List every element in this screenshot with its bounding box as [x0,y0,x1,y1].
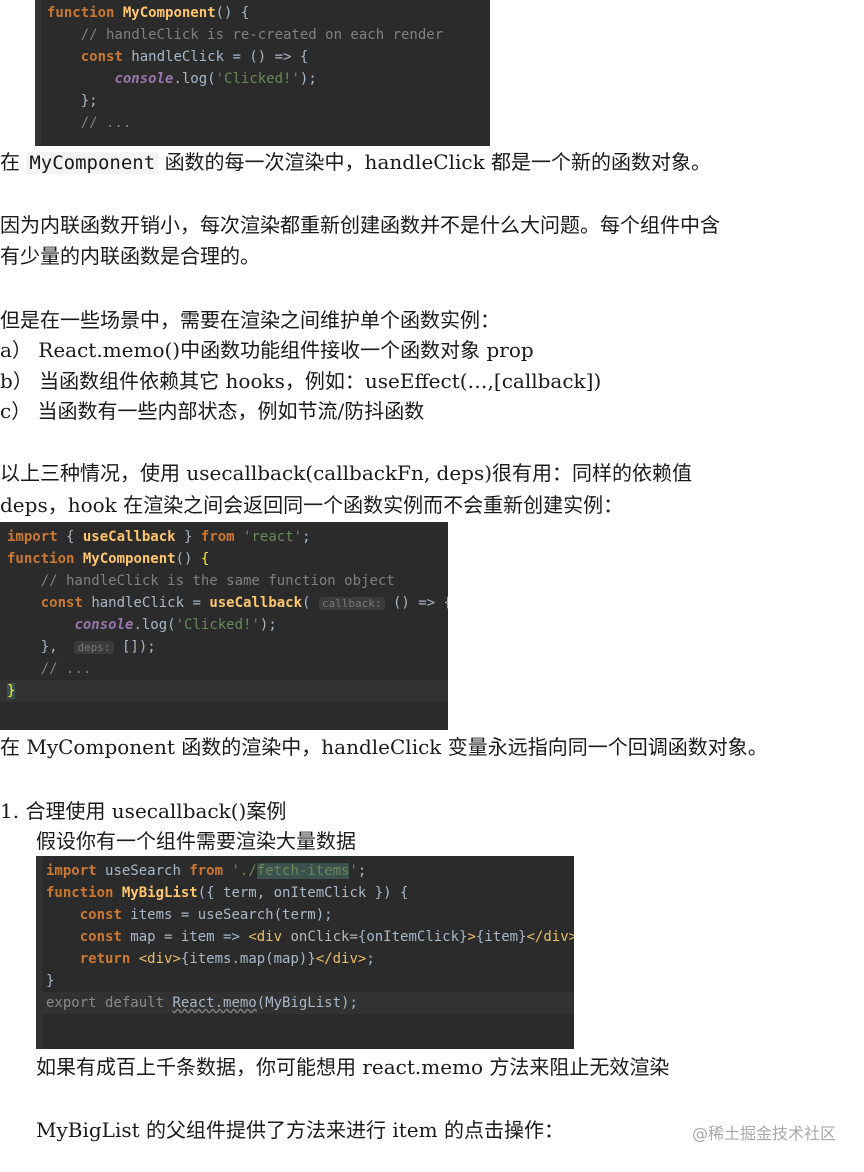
code-snippet-3: import useSearch from './fetch-items'; f… [36,856,574,1049]
list-item-b: b） 当函数组件依赖其它 hooks，例如：useEffect(…,[callb… [0,369,602,393]
code-line: }; [47,93,98,109]
paragraph-usecallback-line2: deps，hook 在渲染之间会返回同一个函数实例而不会重新创建实例： [0,493,624,517]
code-line: // ... [47,115,132,131]
code-line: import useSearch from './fetch-items'; [46,863,367,879]
section-heading-usecallback-case: 1. 合理使用 usecallback()案例 [0,799,287,823]
code-line: function MyComponent() { [7,551,210,567]
list-item-a: a） React.memo()中函数功能组件接收一个函数对象 prop [0,338,534,362]
code-line: import { useCallback } from 'react'; [7,529,311,545]
paragraph-inline-cost-line1: 因为内联函数开销小，每次渲染都重新创建函数并不是什么大问题。每个组件中含 [0,213,720,237]
list-item-c: c） 当函数有一些内部状态，例如节流/防抖函数 [0,399,425,423]
code-line: console.log('Clicked!'); [114,71,317,87]
code-snippet-2: import { useCallback } from 'react'; fun… [0,522,448,730]
inline-code: MyComponent [26,152,159,174]
code-line: const items = useSearch(term); [79,907,333,923]
code-line: const handleClick = () => { [80,49,309,65]
code-line: // ... [40,661,92,677]
code-line-current: } [0,680,448,702]
code-line: // handleClick is the same function obje… [40,573,395,589]
code-snippet-1: function MyComponent() { // handleClick … [35,0,490,146]
paragraph-same-callback: 在 MyComponent 函数的渲染中，handleClick 变量永远指向同… [0,735,768,759]
paragraph-scenarios-intro: 但是在一些场景中，需要在渲染之间维护单个函数实例： [0,308,500,332]
code-line: const map = item => <div onClick={onItem… [79,929,574,945]
code-line: }, deps: []); [7,639,156,655]
paragraph-inline-cost-line2: 有少量的内联函数是合理的。 [0,244,260,268]
code-line: return <div>{items.map(map)}</div>; [79,951,375,967]
code-line: function MyBigList({ term, onItemClick }… [46,885,409,901]
code-line-current: export default React.memo(MyBigList); [36,992,574,1014]
paragraph-parent-click: MyBigList 的父组件提供了方法来进行 item 的点击操作： [36,1118,564,1142]
code-line: const handleClick = useCallback( callbac… [40,595,448,611]
watermark: @稀土掘金技术社区 [691,1124,836,1143]
code-line: // handleClick is re-created on each ren… [47,27,444,43]
code-line: function MyComponent() { [47,5,250,21]
section-subtext: 假设你有一个组件需要渲染大量数据 [36,829,356,853]
text-segment: 在 [0,150,20,174]
paragraph-mycomponent-render: 在 MyComponent 函数的每一次渲染中，handleClick 都是一个… [0,147,711,179]
text-segment: 函数的每一次渲染中，handleClick 都是一个新的函数对象。 [164,150,712,174]
paragraph-usecallback-line1: 以上三种情况，使用 usecallback(callbackFn, deps)很… [0,461,693,485]
code-line: } [46,973,55,989]
paragraph-react-memo: 如果有成百上千条数据，你可能想用 react.memo 方法来阻止无效渲染 [36,1055,670,1079]
code-line: console.log('Clicked!'); [74,617,277,633]
